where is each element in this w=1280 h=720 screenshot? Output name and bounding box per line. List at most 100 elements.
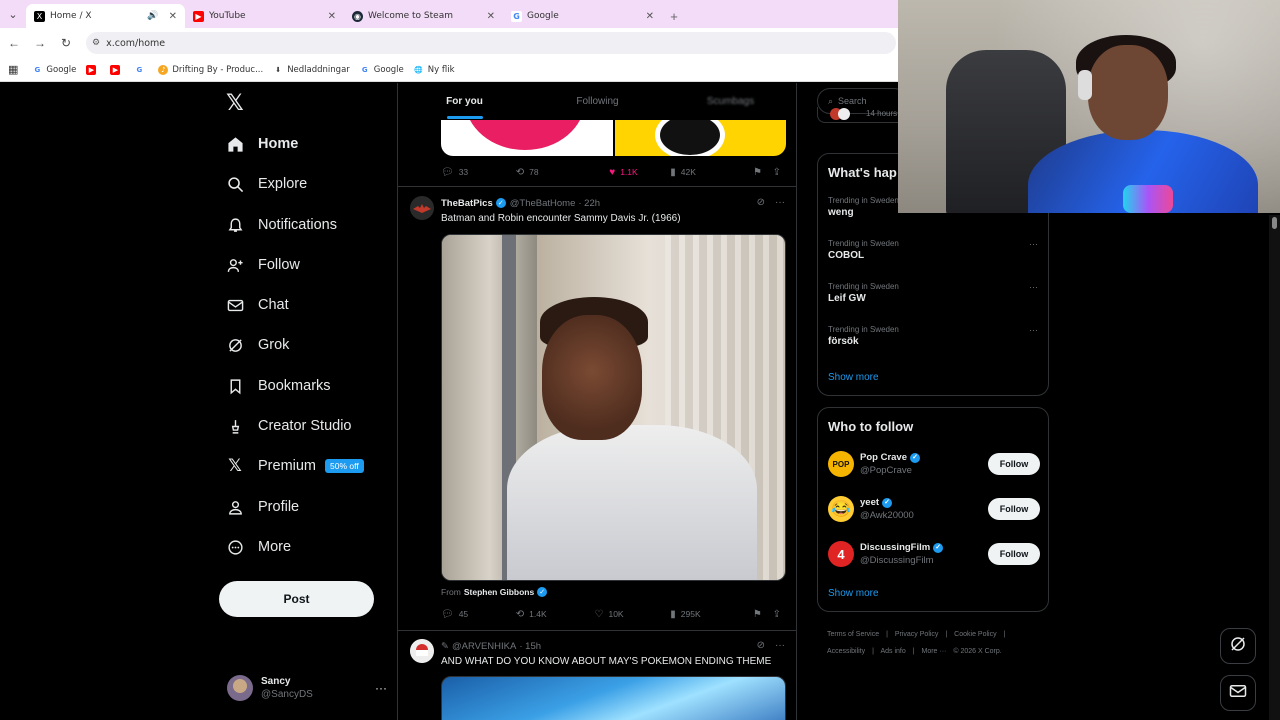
share-button[interactable]: ⇪: [773, 167, 786, 178]
page-scrollbar[interactable]: [1269, 215, 1280, 720]
nav-explore[interactable]: Explore: [226, 168, 307, 200]
close-icon[interactable]: ✕: [487, 11, 495, 22]
close-icon[interactable]: ✕: [646, 11, 654, 22]
more-dots-icon[interactable]: ···: [775, 640, 785, 651]
account-handle: @SancyDS: [261, 689, 313, 700]
account-switcher[interactable]: Sancy @SancyDS ···: [227, 673, 387, 703]
grok-float-button[interactable]: [1220, 628, 1256, 664]
follow-suggestion[interactable]: 😂 yeet ✓ @Awk20000 Follow: [828, 493, 1040, 525]
trend-item[interactable]: Trending in Sweden Leif GW ···: [828, 282, 1038, 304]
speaker-icon[interactable]: 🔊: [147, 11, 158, 21]
footer-link[interactable]: More ···: [922, 648, 947, 655]
address-bar[interactable]: ⚙ x.com/home: [86, 32, 896, 54]
apps-icon[interactable]: ▦: [8, 63, 18, 76]
footer-link[interactable]: Cookie Policy: [954, 631, 996, 638]
footer-link[interactable]: Privacy Policy: [895, 631, 939, 638]
site-info-icon[interactable]: ⚙: [92, 38, 100, 48]
tab-for-you[interactable]: For you: [398, 83, 531, 120]
footer-link[interactable]: Ads info: [880, 648, 905, 655]
tab-home-x[interactable]: X Home / X 🔊 ✕: [26, 4, 185, 28]
trend-item[interactable]: Trending in Sweden COBOL ···: [828, 239, 1038, 261]
post-author-handle[interactable]: @ARVENHIKA: [452, 641, 516, 652]
repost-button[interactable]: ⟲ 1.4K: [516, 609, 595, 620]
bookmark-youtube-1[interactable]: ▶: [86, 64, 100, 75]
more-dots-icon[interactable]: ···: [375, 681, 387, 695]
nav-profile[interactable]: Profile: [226, 491, 299, 523]
like-button[interactable]: ♡ 10K: [595, 609, 671, 620]
tab-steam[interactable]: ◉ Welcome to Steam ✕: [344, 4, 503, 28]
follow-button[interactable]: Follow: [988, 543, 1040, 565]
post-time[interactable]: · 15h: [519, 641, 541, 652]
reply-button[interactable]: 💬︎ 45: [441, 609, 516, 620]
previous-post-media[interactable]: [441, 120, 786, 156]
like-button[interactable]: ♥ 1.1K: [609, 167, 670, 178]
tab-following[interactable]: Following: [531, 83, 664, 120]
follow-suggestion[interactable]: POP Pop Crave ✓ @PopCrave Follow: [828, 448, 1040, 480]
views-button[interactable]: ▮ 295K: [670, 609, 753, 620]
show-more-link[interactable]: Show more: [828, 588, 879, 599]
bookmark-google-2[interactable]: G: [134, 64, 148, 75]
post-button[interactable]: Post: [219, 581, 374, 617]
x-logo-icon[interactable]: 𝕏: [226, 91, 244, 116]
follow-suggestion[interactable]: 4 DiscussingFilm ✓ @DiscussingFilm Follow: [828, 538, 1040, 570]
post-video[interactable]: [441, 234, 786, 581]
tab-google[interactable]: G Google ✕: [503, 4, 662, 28]
nav-chat[interactable]: Chat: [226, 289, 289, 321]
more-dots-icon[interactable]: ···: [1029, 239, 1038, 249]
post-actions: 💬︎ 45 ⟲ 1.4K ♡ 10K ▮ 295K ⚑ ⇪: [441, 606, 786, 622]
tab-scumbags[interactable]: Scumbags: [664, 83, 796, 120]
post-author-name[interactable]: TheBatPics: [441, 198, 493, 209]
forward-button[interactable]: →: [28, 36, 52, 50]
post-media[interactable]: [441, 676, 786, 720]
nav-grok[interactable]: Grok: [226, 329, 289, 361]
avatar[interactable]: [410, 196, 434, 220]
nav-notifications[interactable]: Notifications: [226, 209, 337, 241]
nav-more[interactable]: More: [226, 531, 291, 563]
tab-youtube[interactable]: ▶ YouTube ✕: [185, 4, 344, 28]
bookmark-new-tab[interactable]: 🌐 Ny flik: [414, 65, 454, 75]
bookmark-drifting-by[interactable]: ♪ Drifting By - Produc...: [158, 64, 263, 75]
nav-home[interactable]: Home: [226, 128, 298, 160]
messages-float-button[interactable]: [1220, 675, 1256, 711]
grok-icon: [226, 336, 244, 354]
bookmark-button[interactable]: ⚑: [753, 167, 773, 178]
repost-button[interactable]: ⟲ 78: [516, 167, 609, 178]
avatar[interactable]: [410, 639, 434, 663]
new-tab-button[interactable]: +: [662, 4, 686, 28]
share-button[interactable]: ⇪: [773, 609, 786, 620]
more-dots-icon[interactable]: ···: [1029, 325, 1038, 335]
bookmark-downloads[interactable]: ⬇ Nedladdningar: [273, 65, 350, 75]
post-author-handle[interactable]: @TheBatHome: [510, 198, 576, 209]
repost-icon: ⟲: [515, 608, 525, 620]
views-button[interactable]: ▮ 42K: [670, 167, 753, 178]
grok-icon[interactable]: ⊘: [757, 640, 765, 651]
follow-button[interactable]: Follow: [988, 498, 1040, 520]
follow-button[interactable]: Follow: [988, 453, 1040, 475]
grok-icon[interactable]: ⊘: [757, 197, 765, 208]
bookmark-youtube-2[interactable]: ▶: [110, 64, 124, 75]
more-dots-icon[interactable]: ···: [1029, 282, 1038, 292]
nav-bookmarks[interactable]: Bookmarks: [226, 370, 331, 402]
more-dots-icon[interactable]: ···: [775, 197, 785, 208]
trend-item[interactable]: Trending in Sweden försök ···: [828, 325, 1038, 347]
nav-premium[interactable]: 𝕏 Premium 50% off: [226, 450, 364, 482]
bookmark-google[interactable]: G Google: [32, 64, 76, 75]
close-icon[interactable]: ✕: [328, 11, 336, 22]
bookmark-button[interactable]: ⚑: [753, 609, 773, 620]
bookmark-google-3[interactable]: G Google: [359, 64, 404, 75]
video-source-name[interactable]: Stephen Gibbons: [464, 587, 534, 597]
download-icon: ⬇: [275, 65, 282, 74]
nav-creator-studio[interactable]: Creator Studio: [226, 410, 352, 442]
nav-follow[interactable]: Follow: [226, 249, 300, 281]
footer-link[interactable]: Accessibility: [827, 648, 865, 655]
reply-button[interactable]: 💬︎ 33: [441, 167, 516, 178]
tab-search-icon[interactable]: ⌄: [0, 0, 26, 28]
show-more-link[interactable]: Show more: [828, 372, 879, 383]
back-button[interactable]: ←: [2, 36, 26, 50]
post-time[interactable]: · 22h: [578, 198, 600, 209]
footer-link[interactable]: Terms of Service: [827, 631, 879, 638]
reload-button[interactable]: ↻: [54, 36, 78, 50]
browser-tabbar: ⌄ X Home / X 🔊 ✕ ▶ YouTube ✕ ◉ Welcome t…: [0, 0, 898, 28]
x-icon: 𝕏: [228, 456, 242, 476]
close-icon[interactable]: ✕: [169, 11, 177, 22]
